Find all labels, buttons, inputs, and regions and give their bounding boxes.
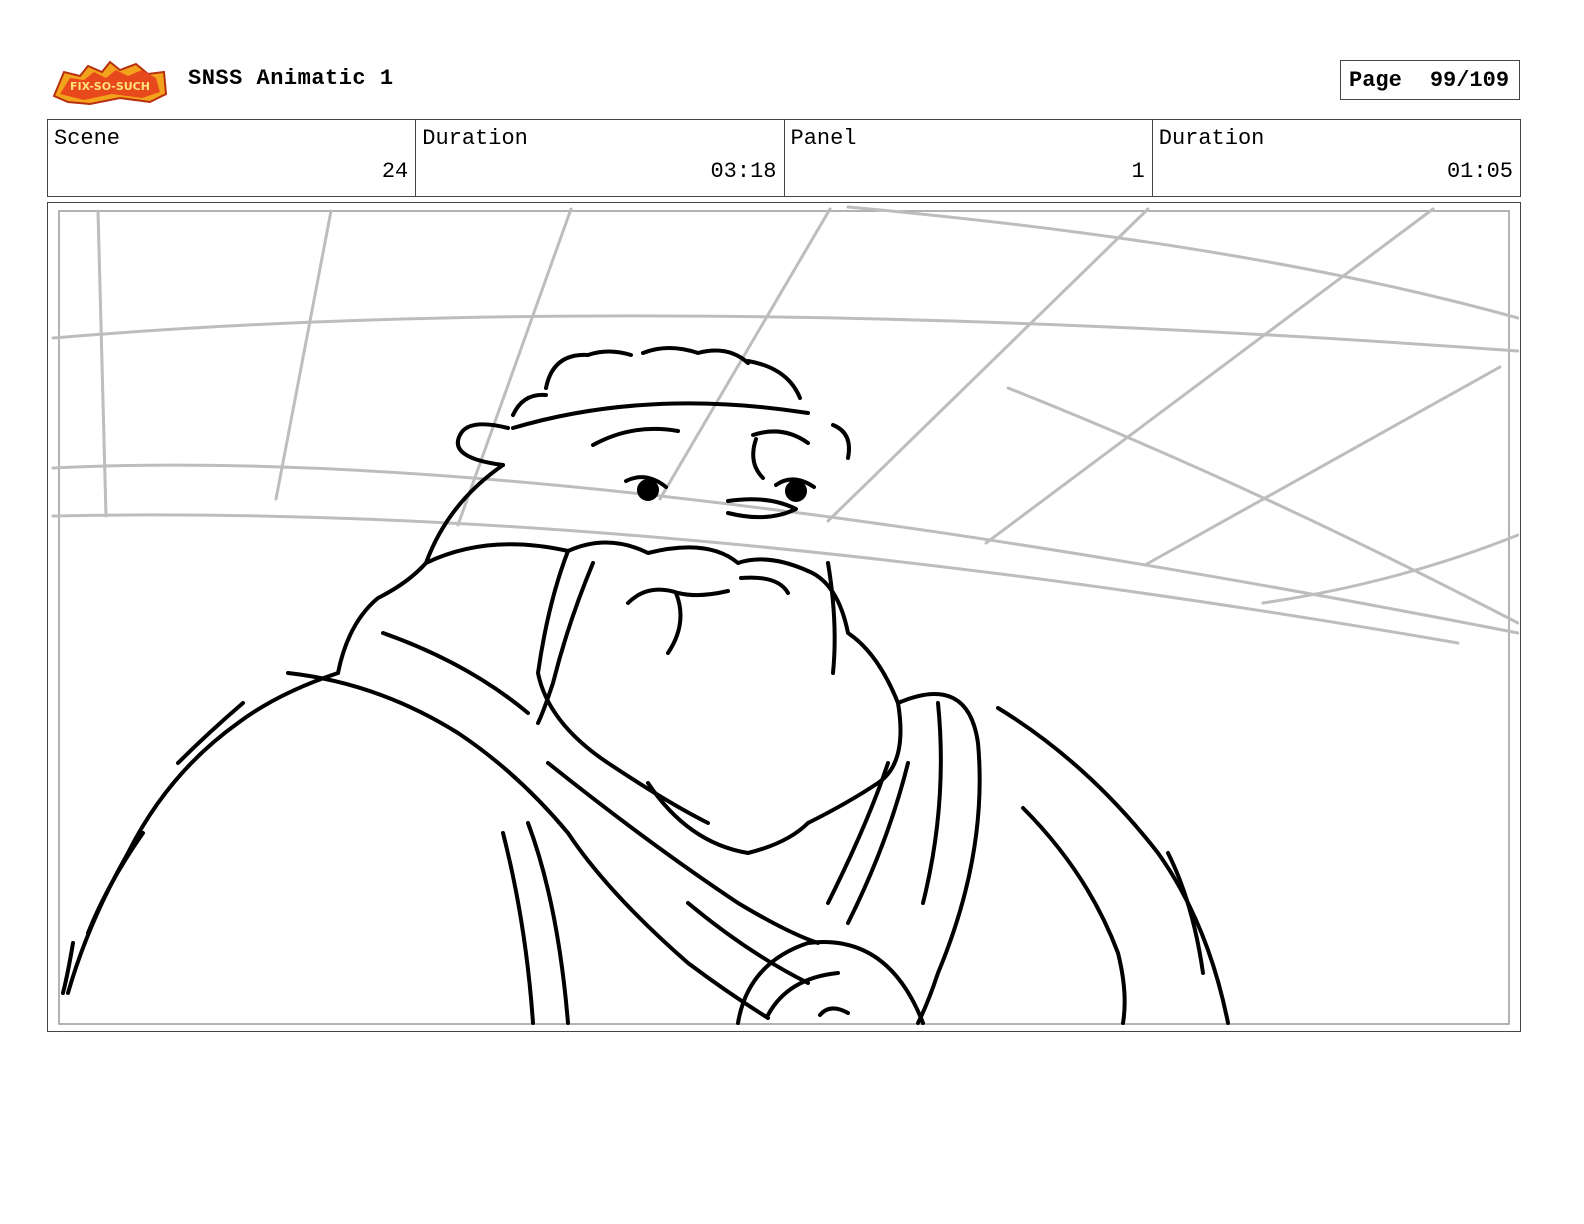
storyboard-panel bbox=[47, 202, 1521, 1032]
storyboard-sketch bbox=[51, 205, 1519, 1025]
page-label: Page bbox=[1349, 67, 1402, 93]
panel-value: 1 bbox=[1131, 159, 1145, 184]
page-indicator: Page 99/109 bbox=[1340, 60, 1520, 100]
page-number: 99/109 bbox=[1429, 67, 1510, 93]
panel-duration-cell: Duration 01:05 bbox=[1153, 120, 1520, 196]
scene-duration-value: 03:18 bbox=[710, 159, 777, 184]
panel-cell: Panel 1 bbox=[785, 120, 1153, 196]
show-logo: FIX-SO-SUCH bbox=[50, 58, 170, 108]
scene-duration-label: Duration bbox=[422, 126, 528, 151]
document-title: SNSS Animatic 1 bbox=[188, 66, 394, 91]
svg-text:FIX-SO-SUCH: FIX-SO-SUCH bbox=[70, 80, 150, 93]
scene-cell: Scene 24 bbox=[48, 120, 417, 196]
panel-label: Panel bbox=[790, 126, 857, 151]
panel-duration-label: Duration bbox=[1158, 126, 1265, 151]
scene-info-table: Scene 24 Duration 03:18 Panel 1 Duration… bbox=[47, 119, 1521, 197]
scene-label: Scene bbox=[54, 126, 121, 151]
scene-duration-cell: Duration 03:18 bbox=[416, 120, 785, 196]
scene-value: 24 bbox=[381, 159, 409, 184]
panel-duration-value: 01:05 bbox=[1446, 159, 1513, 184]
